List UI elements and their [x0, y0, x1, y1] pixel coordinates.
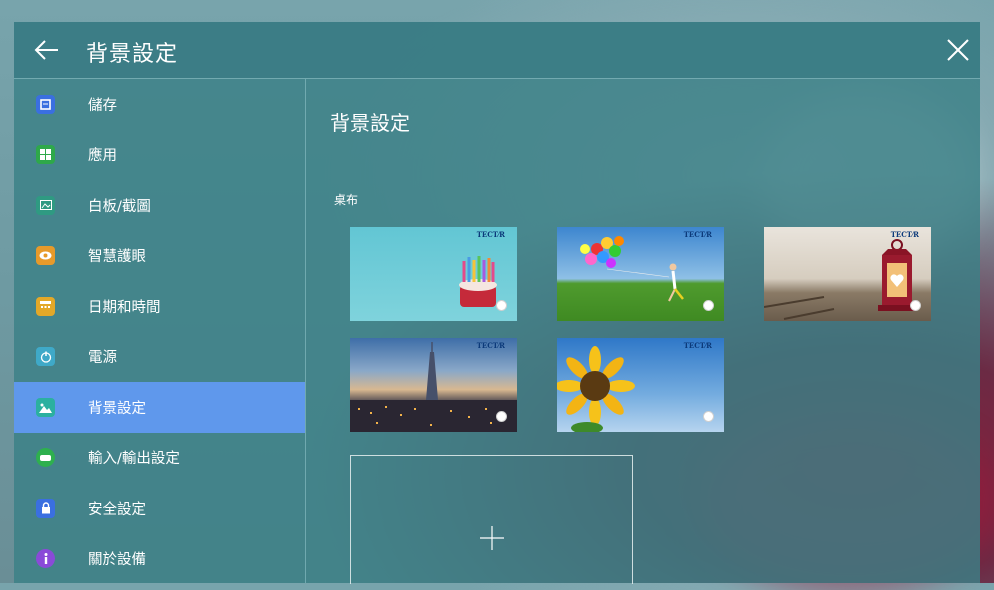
sidebar-item-whiteboard[interactable]: 白板/截圖	[14, 180, 305, 231]
wallpaper-thumbnail-sunflower[interactable]: TECT⁄R	[557, 338, 724, 432]
wallpaper-settings: 背景設定 桌布 TECT⁄R TECT⁄R TECT⁄R TECT⁄R TECT…	[306, 79, 980, 584]
balloons-image	[580, 236, 684, 302]
whiteboard-icon	[36, 195, 55, 215]
eye-icon	[36, 246, 55, 266]
settings-panel: 背景設定 儲存 應用 白板/截圖 智慧護眼 日期和時間 電源 背景設定 輸入/輸…	[14, 22, 980, 584]
check-icon	[496, 411, 507, 422]
wallpaper-icon	[36, 397, 55, 417]
brand-logo: TECT⁄R	[683, 341, 712, 350]
sidebar-item-label: 應用	[88, 148, 117, 165]
add-wallpaper-button[interactable]	[350, 455, 633, 584]
sidebar-item-label: 日期和時間	[88, 299, 161, 316]
brand-logo: TECT⁄R	[683, 230, 712, 239]
info-icon	[36, 549, 55, 569]
power-icon	[36, 347, 55, 367]
sunflower-image	[557, 346, 635, 432]
sidebar-item-eye-care[interactable]: 智慧護眼	[14, 231, 305, 282]
check-icon	[703, 411, 714, 422]
header-bar: 背景設定	[14, 22, 980, 79]
sidebar-item-date-time[interactable]: 日期和時間	[14, 281, 305, 332]
sidebar-item-label: 白板/截圖	[88, 198, 151, 215]
sidebar-item-apps[interactable]: 應用	[14, 130, 305, 181]
sidebar-item-label: 關於設備	[88, 552, 146, 569]
sidebar-item-security[interactable]: 安全設定	[14, 483, 305, 534]
close-icon	[947, 39, 969, 61]
back-button[interactable]	[32, 34, 66, 66]
section-title: 背景設定	[330, 111, 410, 135]
sidebar: 儲存 應用 白板/截圖 智慧護眼 日期和時間 電源 背景設定 輸入/輸出設定 安…	[14, 79, 306, 583]
sidebar-item-label: 安全設定	[88, 501, 146, 518]
sidebar-item-about[interactable]: 關於設備	[14, 534, 305, 585]
io-icon	[36, 448, 55, 468]
sidebar-item-label: 背景設定	[88, 400, 146, 417]
sidebar-item-label: 智慧護眼	[88, 249, 146, 266]
close-button[interactable]	[942, 34, 974, 66]
storage-icon	[36, 94, 55, 114]
wallpaper-thumbnail-cake[interactable]: TECT⁄R	[350, 227, 517, 321]
check-icon	[496, 300, 507, 311]
lantern-image	[764, 239, 916, 320]
brand-logo: TECT⁄R	[890, 230, 919, 239]
skyline-image	[350, 342, 517, 432]
plus-icon	[480, 526, 504, 550]
sidebar-item-label: 儲存	[88, 97, 117, 114]
sidebar-item-power[interactable]: 電源	[14, 332, 305, 383]
check-icon	[703, 300, 714, 311]
wallpaper-section-label: 桌布	[334, 193, 359, 207]
sidebar-item-wallpaper[interactable]: 背景設定	[14, 382, 305, 433]
cake-image	[459, 256, 497, 307]
check-icon	[910, 300, 921, 311]
brand-logo: TECT⁄R	[476, 230, 505, 239]
sidebar-item-label: 輸入/輸出設定	[88, 451, 180, 468]
arrow-left-icon	[34, 40, 58, 60]
apps-icon	[36, 145, 55, 165]
brand-logo: TECT⁄R	[476, 341, 505, 350]
page-title: 背景設定	[86, 42, 179, 67]
wallpaper-thumbnail-skyline[interactable]: TECT⁄R	[350, 338, 517, 432]
wallpaper-thumbnail-balloons[interactable]: TECT⁄R	[557, 227, 724, 321]
sidebar-item-label: 電源	[88, 350, 117, 367]
calendar-icon	[36, 296, 55, 316]
lock-icon	[36, 498, 55, 518]
sidebar-item-input-output[interactable]: 輸入/輸出設定	[14, 433, 305, 484]
sidebar-item-storage[interactable]: 儲存	[14, 79, 305, 130]
wallpaper-thumbnail-lantern[interactable]: TECT⁄R	[764, 227, 931, 321]
